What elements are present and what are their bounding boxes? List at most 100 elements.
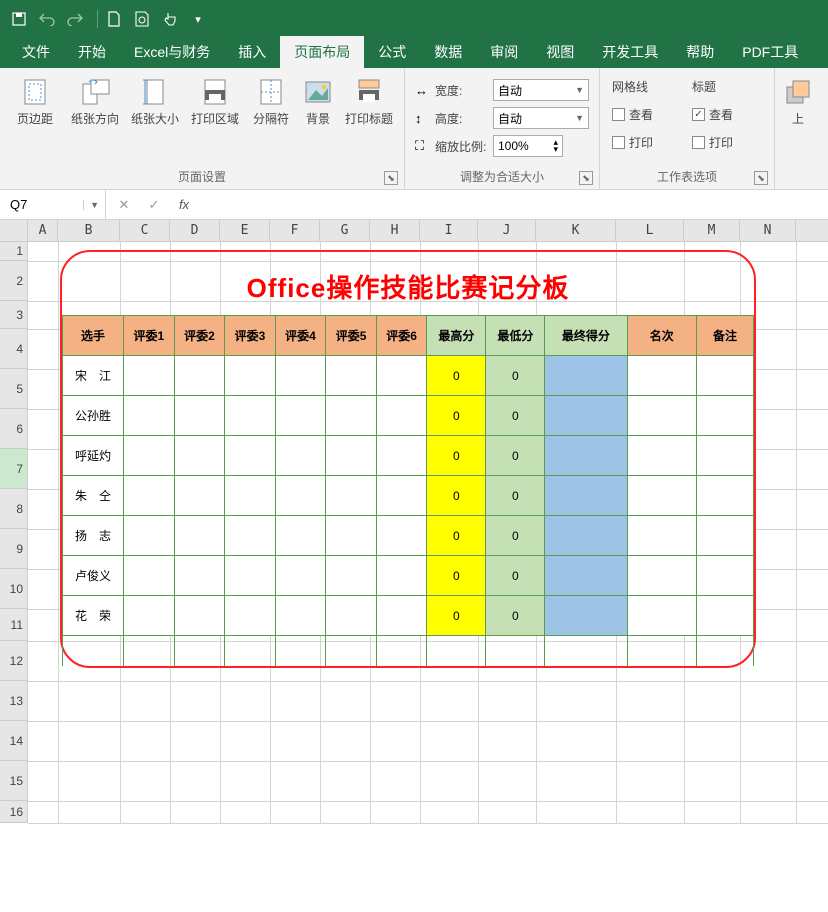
sb-cell[interactable]: 0 — [486, 556, 545, 596]
scale-input[interactable]: 100%▴▾ — [493, 135, 563, 157]
page-setup-launcher[interactable]: ⬊ — [384, 171, 398, 185]
sb-cell[interactable] — [225, 396, 276, 436]
sb-cell[interactable] — [697, 596, 754, 636]
sb-cell[interactable] — [124, 596, 175, 636]
sb-cell[interactable] — [697, 636, 754, 666]
sb-cell[interactable] — [275, 556, 326, 596]
fx-button[interactable]: fx — [174, 195, 194, 215]
sb-cell[interactable] — [174, 356, 225, 396]
sb-cell[interactable] — [174, 476, 225, 516]
row-header-9[interactable]: 9 — [0, 529, 27, 569]
sb-cell[interactable]: 0 — [427, 476, 486, 516]
row-header-1[interactable]: 1 — [0, 242, 27, 261]
sb-cell[interactable] — [124, 516, 175, 556]
sb-cell[interactable]: 公孙胜 — [63, 396, 124, 436]
sb-cell[interactable] — [275, 356, 326, 396]
sb-cell[interactable] — [545, 636, 627, 666]
sb-cell[interactable]: 0 — [486, 436, 545, 476]
sb-cell[interactable] — [174, 396, 225, 436]
tab-review[interactable]: 审阅 — [476, 36, 532, 68]
sb-cell[interactable] — [326, 596, 377, 636]
sb-cell[interactable] — [275, 436, 326, 476]
select-all-corner[interactable] — [0, 220, 28, 241]
row-header-15[interactable]: 15 — [0, 761, 27, 801]
sb-cell[interactable] — [627, 396, 697, 436]
sb-cell[interactable]: 扬 志 — [63, 516, 124, 556]
qat-touch-button[interactable] — [159, 8, 181, 30]
sb-cell[interactable] — [486, 636, 545, 666]
row-header-11[interactable]: 11 — [0, 609, 27, 641]
qat-save-button[interactable] — [8, 8, 30, 30]
sb-cell[interactable] — [326, 516, 377, 556]
sb-cell[interactable] — [697, 516, 754, 556]
name-box[interactable]: Q7▼ — [0, 190, 106, 219]
sheet-options-launcher[interactable]: ⬊ — [754, 171, 768, 185]
sb-cell[interactable] — [376, 436, 427, 476]
sb-cell[interactable] — [376, 516, 427, 556]
sb-cell[interactable] — [627, 436, 697, 476]
height-combo[interactable]: 自动▼ — [493, 107, 589, 129]
col-header-M[interactable]: M — [684, 220, 740, 241]
qat-undo-button[interactable] — [36, 8, 58, 30]
sb-cell[interactable]: 呼延灼 — [63, 436, 124, 476]
col-header-D[interactable]: D — [170, 220, 220, 241]
sb-cell[interactable] — [545, 516, 627, 556]
col-header-G[interactable]: G — [320, 220, 370, 241]
sb-cell[interactable] — [63, 636, 124, 666]
tab-developer[interactable]: 开发工具 — [588, 36, 672, 68]
qat-customize-button[interactable]: ▾ — [187, 8, 209, 30]
breaks-button[interactable]: 分隔符 — [246, 72, 296, 130]
col-header-L[interactable]: L — [616, 220, 684, 241]
tab-view[interactable]: 视图 — [532, 36, 588, 68]
sb-cell[interactable] — [627, 516, 697, 556]
sb-cell[interactable]: 卢俊义 — [63, 556, 124, 596]
qat-redo-button[interactable] — [64, 8, 86, 30]
formula-input[interactable] — [202, 190, 828, 219]
sb-cell[interactable]: 0 — [486, 396, 545, 436]
row-header-3[interactable]: 3 — [0, 301, 27, 329]
sb-cell[interactable] — [627, 556, 697, 596]
col-header-C[interactable]: C — [120, 220, 170, 241]
background-button[interactable]: 背景 — [298, 72, 338, 130]
sb-cell[interactable] — [124, 436, 175, 476]
col-header-J[interactable]: J — [478, 220, 536, 241]
sb-cell[interactable] — [697, 356, 754, 396]
sb-cell[interactable] — [225, 636, 276, 666]
col-header-F[interactable]: F — [270, 220, 320, 241]
headings-print-checkbox[interactable]: 打印 — [692, 130, 762, 154]
sb-cell[interactable]: 0 — [486, 516, 545, 556]
scale-launcher[interactable]: ⬊ — [579, 171, 593, 185]
row-header-13[interactable]: 13 — [0, 681, 27, 721]
worksheet-grid[interactable]: ABCDEFGHIJKLMN 12345678910111213141516 O… — [0, 220, 828, 823]
sb-cell[interactable] — [545, 356, 627, 396]
sb-cell[interactable] — [697, 396, 754, 436]
sb-cell[interactable] — [627, 476, 697, 516]
sb-cell[interactable]: 0 — [427, 396, 486, 436]
sb-cell[interactable] — [275, 396, 326, 436]
sb-cell[interactable] — [124, 556, 175, 596]
sb-cell[interactable]: 0 — [486, 356, 545, 396]
sb-cell[interactable] — [376, 476, 427, 516]
gridlines-view-checkbox[interactable]: 查看 — [612, 102, 682, 126]
enter-formula-button[interactable]: ✓ — [144, 195, 164, 215]
sb-cell[interactable] — [697, 476, 754, 516]
sb-cell[interactable] — [225, 596, 276, 636]
sb-cell[interactable] — [275, 596, 326, 636]
sb-cell[interactable] — [225, 476, 276, 516]
sb-cell[interactable] — [545, 476, 627, 516]
sb-cell[interactable] — [545, 596, 627, 636]
qat-new-button[interactable] — [103, 8, 125, 30]
sb-cell[interactable] — [124, 396, 175, 436]
tab-excel-finance[interactable]: Excel与财务 — [120, 36, 224, 68]
tab-data[interactable]: 数据 — [420, 36, 476, 68]
tab-pdf[interactable]: PDF工具 — [728, 36, 812, 68]
sb-cell[interactable] — [697, 436, 754, 476]
row-header-10[interactable]: 10 — [0, 569, 27, 609]
sb-cell[interactable]: 宋 江 — [63, 356, 124, 396]
gridlines-print-checkbox[interactable]: 打印 — [612, 130, 682, 154]
sb-cell[interactable] — [174, 596, 225, 636]
sb-cell[interactable] — [225, 516, 276, 556]
sb-cell[interactable] — [275, 636, 326, 666]
sb-cell[interactable] — [376, 396, 427, 436]
sb-cell[interactable] — [174, 556, 225, 596]
